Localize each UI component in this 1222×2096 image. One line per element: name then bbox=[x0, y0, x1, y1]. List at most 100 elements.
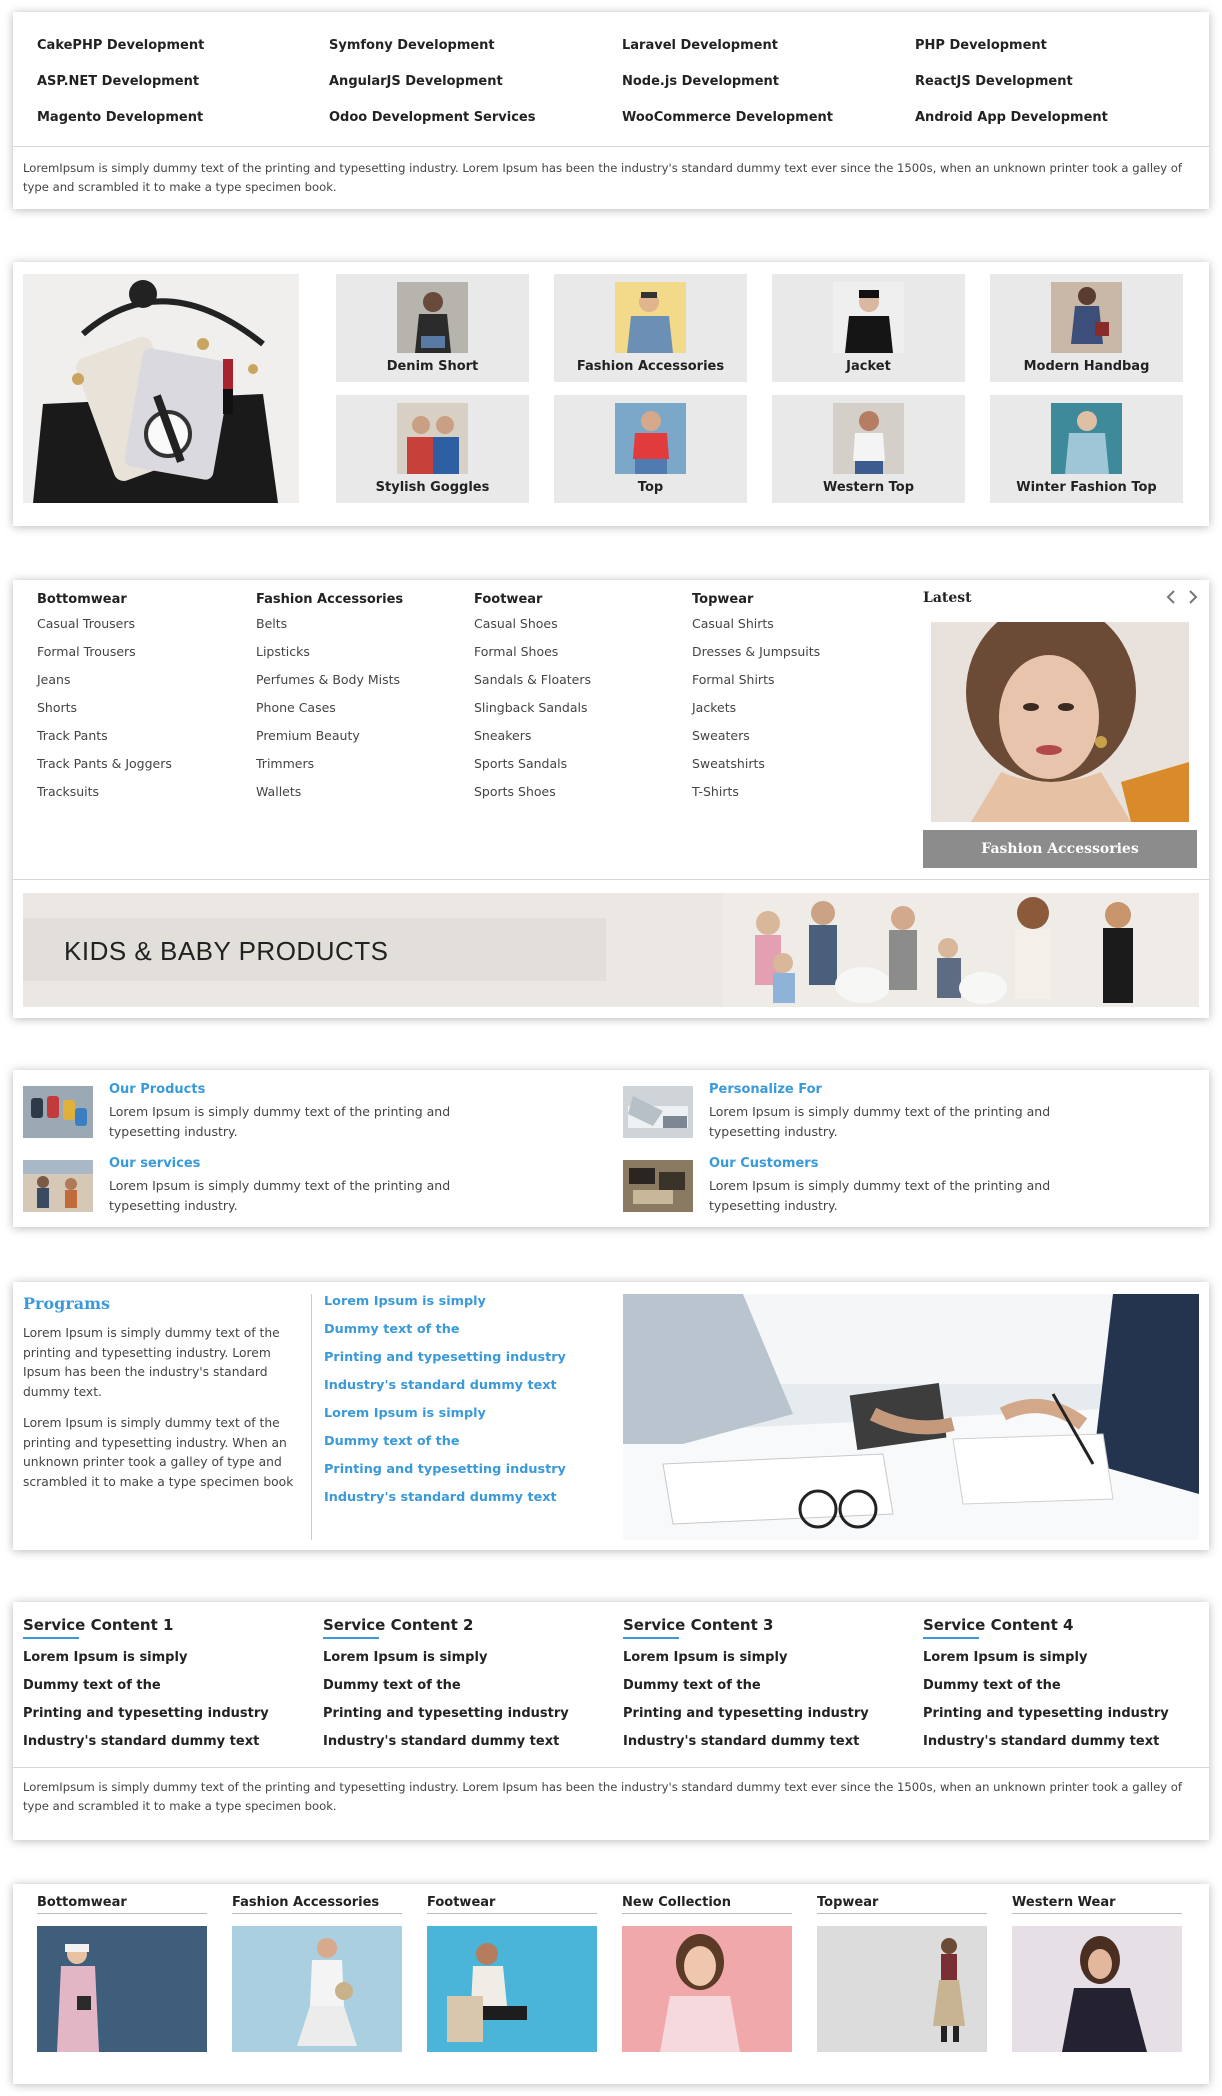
menu-item[interactable]: Casual Trousers bbox=[37, 616, 135, 631]
heading-underline bbox=[232, 1913, 402, 1914]
category-card[interactable]: Denim Short bbox=[336, 274, 529, 382]
service-item[interactable]: Printing and typesetting industry bbox=[623, 1706, 869, 1721]
service-item[interactable]: Industry's standard dummy text bbox=[623, 1734, 859, 1749]
category-card[interactable]: Top bbox=[554, 395, 747, 503]
service-link[interactable]: Android App Development bbox=[915, 110, 1108, 125]
gallery-heading[interactable]: Western Wear bbox=[1012, 1895, 1116, 1910]
chevron-right-icon[interactable] bbox=[1185, 588, 1201, 606]
program-link[interactable]: Industry's standard dummy text bbox=[324, 1490, 557, 1505]
menu-item[interactable]: Formal Shirts bbox=[692, 672, 774, 687]
service-item[interactable]: Dummy text of the bbox=[623, 1678, 761, 1693]
service-link[interactable]: PHP Development bbox=[915, 38, 1047, 53]
category-card[interactable]: Jacket bbox=[772, 274, 965, 382]
menu-item[interactable]: Shorts bbox=[37, 700, 77, 715]
feature-title[interactable]: Our Customers bbox=[709, 1156, 818, 1171]
gallery-heading[interactable]: Fashion Accessories bbox=[232, 1895, 379, 1910]
service-item[interactable]: Dummy text of the bbox=[323, 1678, 461, 1693]
service-item[interactable]: Lorem Ipsum is simply bbox=[23, 1650, 187, 1665]
service-item[interactable]: Lorem Ipsum is simply bbox=[623, 1650, 787, 1665]
service-link[interactable]: Laravel Development bbox=[622, 38, 778, 53]
menu-item[interactable]: Tracksuits bbox=[37, 784, 99, 799]
gallery-heading[interactable]: Topwear bbox=[817, 1895, 878, 1910]
menu-item[interactable]: Wallets bbox=[256, 784, 301, 799]
menu-item[interactable]: Perfumes & Body Mists bbox=[256, 672, 400, 687]
service-item[interactable]: Printing and typesetting industry bbox=[923, 1706, 1169, 1721]
menu-item[interactable]: Sweatshirts bbox=[692, 756, 765, 771]
feature-title[interactable]: Our services bbox=[109, 1156, 200, 1171]
menu-item[interactable]: Jeans bbox=[37, 672, 70, 687]
menu-item[interactable]: Dresses & Jumpsuits bbox=[692, 644, 820, 659]
menu-item[interactable]: Sneakers bbox=[474, 728, 531, 743]
new-collection-image[interactable] bbox=[622, 1926, 792, 2052]
service-link[interactable]: CakePHP Development bbox=[37, 38, 204, 53]
service-item[interactable]: Industry's standard dummy text bbox=[923, 1734, 1159, 1749]
category-label: Winter Fashion Top bbox=[1016, 480, 1157, 495]
menu-item[interactable]: Track Pants & Joggers bbox=[37, 756, 172, 771]
menu-item[interactable]: Phone Cases bbox=[256, 700, 336, 715]
products-icon bbox=[23, 1086, 93, 1138]
title-underline bbox=[623, 1637, 679, 1639]
program-link[interactable]: Dummy text of the bbox=[324, 1434, 460, 1449]
menu-item[interactable]: Casual Shirts bbox=[692, 616, 774, 631]
menu-item[interactable]: Jackets bbox=[692, 700, 736, 715]
program-link[interactable]: Printing and typesetting industry bbox=[324, 1462, 566, 1477]
category-card[interactable]: Fashion Accessories bbox=[554, 274, 747, 382]
gallery-heading[interactable]: Bottomwear bbox=[37, 1895, 127, 1910]
topwear-image[interactable] bbox=[817, 1926, 987, 2052]
menu-item[interactable]: Sweaters bbox=[692, 728, 750, 743]
service-link[interactable]: AngularJS Development bbox=[329, 74, 503, 89]
program-link[interactable]: Lorem Ipsum is simply bbox=[324, 1406, 486, 1421]
fashion-accessories-gallery-image[interactable] bbox=[232, 1926, 402, 2052]
menu-item[interactable]: Belts bbox=[256, 616, 287, 631]
category-card[interactable]: Western Top bbox=[772, 395, 965, 503]
service-item[interactable]: Lorem Ipsum is simply bbox=[923, 1650, 1087, 1665]
program-link[interactable]: Dummy text of the bbox=[324, 1322, 460, 1337]
handbag-hero-image bbox=[23, 274, 299, 503]
menu-item[interactable]: Sports Sandals bbox=[474, 756, 567, 771]
menu-item[interactable]: Trimmers bbox=[256, 756, 314, 771]
service-link[interactable]: WooCommerce Development bbox=[622, 110, 833, 125]
western-top-image bbox=[833, 403, 904, 474]
menu-item[interactable]: Premium Beauty bbox=[256, 728, 360, 743]
service-item[interactable]: Industry's standard dummy text bbox=[23, 1734, 259, 1749]
service-link[interactable]: Symfony Development bbox=[329, 38, 495, 53]
service-link[interactable]: ASP.NET Development bbox=[37, 74, 199, 89]
feature-title[interactable]: Our Products bbox=[109, 1082, 205, 1097]
chevron-left-icon[interactable] bbox=[1163, 588, 1179, 606]
latest-category-button[interactable]: Fashion Accessories bbox=[923, 830, 1197, 868]
bottomwear-image[interactable] bbox=[37, 1926, 207, 2052]
service-item[interactable]: Printing and typesetting industry bbox=[323, 1706, 569, 1721]
feature-title[interactable]: Personalize For bbox=[709, 1082, 822, 1097]
western-wear-image[interactable] bbox=[1012, 1926, 1182, 2052]
service-item[interactable]: Lorem Ipsum is simply bbox=[323, 1650, 487, 1665]
menu-item[interactable]: Sandals & Floaters bbox=[474, 672, 591, 687]
program-link[interactable]: Printing and typesetting industry bbox=[324, 1350, 566, 1365]
category-card[interactable]: Modern Handbag bbox=[990, 274, 1183, 382]
menu-item[interactable]: Casual Shoes bbox=[474, 616, 558, 631]
menu-item[interactable]: Lipsticks bbox=[256, 644, 310, 659]
menu-column-heading: Footwear bbox=[474, 592, 543, 607]
footwear-image[interactable] bbox=[427, 1926, 597, 2052]
service-link[interactable]: ReactJS Development bbox=[915, 74, 1073, 89]
service-link[interactable]: Odoo Development Services bbox=[329, 110, 535, 125]
service-item[interactable]: Industry's standard dummy text bbox=[323, 1734, 559, 1749]
gallery-heading[interactable]: New Collection bbox=[622, 1895, 731, 1910]
latest-product-image[interactable] bbox=[931, 622, 1189, 822]
menu-item[interactable]: Track Pants bbox=[37, 728, 108, 743]
program-link[interactable]: Industry's standard dummy text bbox=[324, 1378, 557, 1393]
menu-item[interactable]: Formal Shoes bbox=[474, 644, 558, 659]
menu-item[interactable]: Formal Trousers bbox=[37, 644, 136, 659]
category-card[interactable]: Stylish Goggles bbox=[336, 395, 529, 503]
category-card[interactable]: Winter Fashion Top bbox=[990, 395, 1183, 503]
kids-baby-banner[interactable]: KIDS & BABY PRODUCTS bbox=[23, 893, 1199, 1007]
service-item[interactable]: Dummy text of the bbox=[923, 1678, 1061, 1693]
program-link[interactable]: Lorem Ipsum is simply bbox=[324, 1294, 486, 1309]
service-link[interactable]: Magento Development bbox=[37, 110, 203, 125]
gallery-heading[interactable]: Footwear bbox=[427, 1895, 495, 1910]
service-item[interactable]: Dummy text of the bbox=[23, 1678, 161, 1693]
service-item[interactable]: Printing and typesetting industry bbox=[23, 1706, 269, 1721]
menu-item[interactable]: T-Shirts bbox=[692, 784, 739, 799]
menu-item[interactable]: Slingback Sandals bbox=[474, 700, 588, 715]
menu-item[interactable]: Sports Shoes bbox=[474, 784, 556, 799]
service-link[interactable]: Node.js Development bbox=[622, 74, 779, 89]
